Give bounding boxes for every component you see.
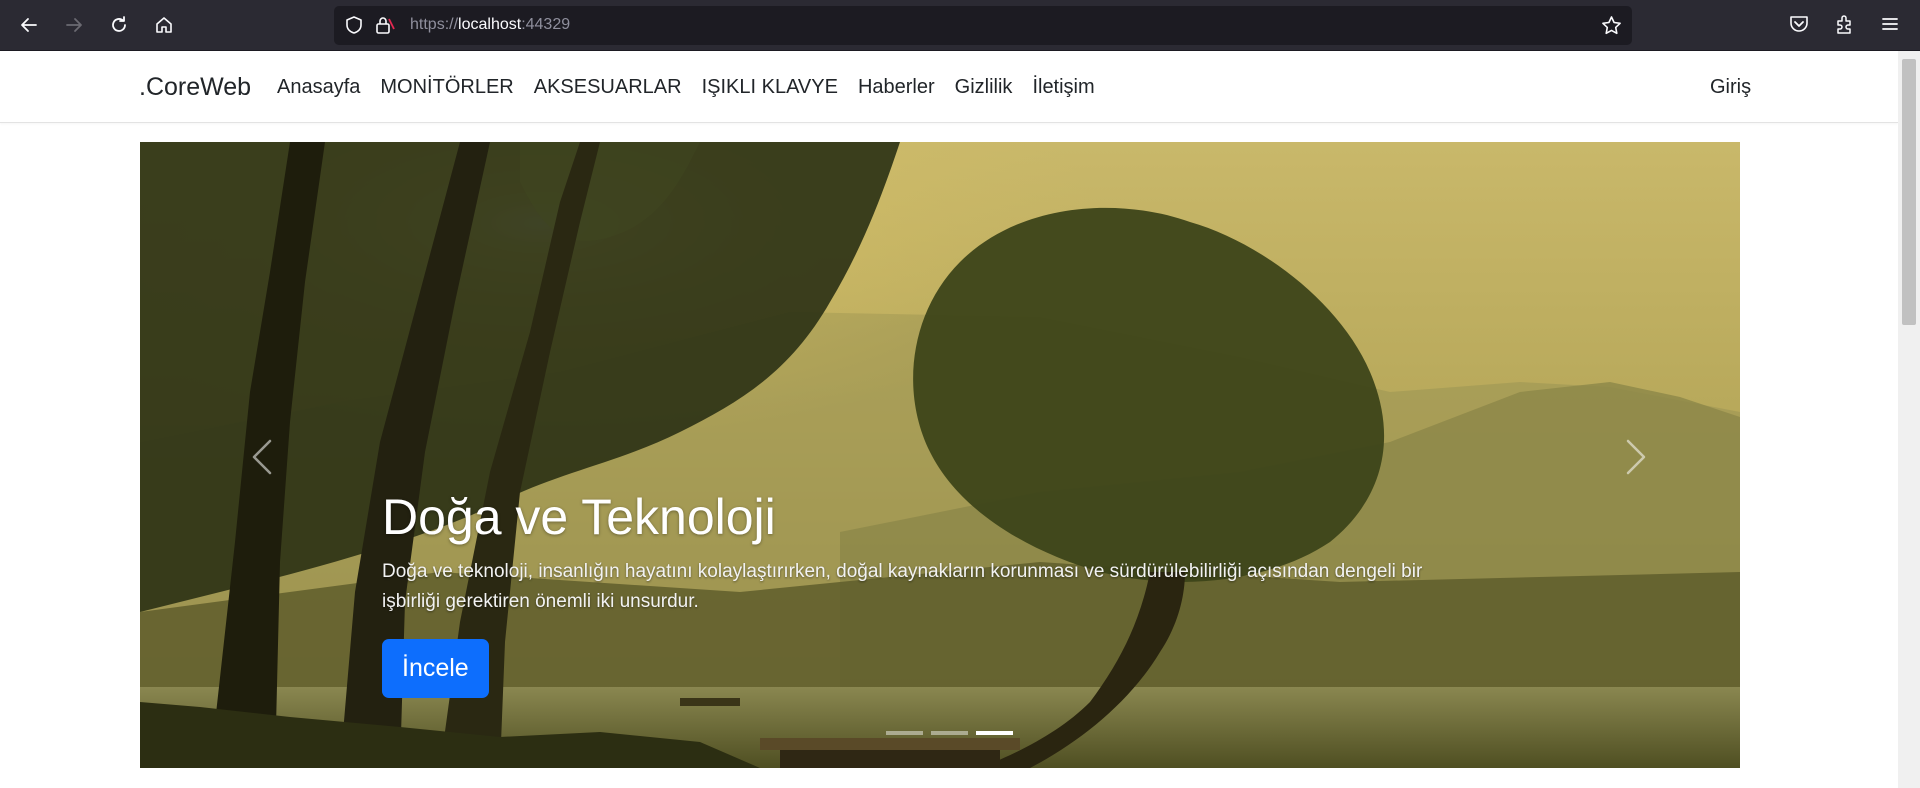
carousel-prev-button[interactable] xyxy=(240,432,284,482)
slide-image xyxy=(140,142,1740,768)
home-button[interactable] xyxy=(147,8,181,42)
nav-item-isikli-klavye[interactable]: IŞIKLI KLAVYE xyxy=(692,76,848,99)
carousel-indicators xyxy=(886,731,1013,735)
browser-toolbar: https://localhost:44329 xyxy=(0,0,1920,51)
url-port: :44329 xyxy=(521,16,571,33)
nav-item-gizlilik[interactable]: Gizlilik xyxy=(945,76,1023,99)
nav-item-iletisim[interactable]: İletişim xyxy=(1022,76,1104,99)
url-bar[interactable]: https://localhost:44329 xyxy=(334,6,1632,45)
carousel-indicator[interactable] xyxy=(931,731,968,735)
home-icon xyxy=(156,17,172,33)
nav-item-haberler[interactable]: Haberler xyxy=(848,76,945,99)
slide-caption: Doğa ve Teknoloji Doğa ve teknoloji, ins… xyxy=(382,487,1502,618)
carousel-indicator[interactable] xyxy=(886,731,923,735)
forward-button[interactable] xyxy=(57,8,91,42)
carousel-next-button[interactable] xyxy=(1614,432,1658,482)
forward-icon xyxy=(66,18,82,32)
page-scrollbar[interactable] xyxy=(1898,51,1920,788)
brand-link[interactable]: .CoreWeb xyxy=(139,73,251,102)
slide-text: Doğa ve teknoloji, insanlığın hayatını k… xyxy=(382,561,1423,613)
hero-carousel: Doğa ve Teknoloji Doğa ve teknoloji, ins… xyxy=(140,142,1740,768)
scrollbar-thumb[interactable] xyxy=(1902,59,1916,325)
nav-item-anasayfa[interactable]: Anasayfa xyxy=(277,76,370,99)
shield-icon[interactable] xyxy=(344,15,364,35)
reload-button[interactable] xyxy=(102,8,136,42)
menu-icon[interactable] xyxy=(1879,13,1901,35)
url-text[interactable]: https://localhost:44329 xyxy=(410,16,570,34)
slide-title: Doğa ve Teknoloji xyxy=(382,489,776,545)
chevron-right-icon xyxy=(1626,439,1646,475)
star-icon[interactable] xyxy=(1601,15,1622,36)
nav-item-monitorler[interactable]: MONİTÖRLER xyxy=(370,76,523,99)
nav-item-aksesuarlar[interactable]: AKSESUARLAR xyxy=(524,76,692,99)
login-link[interactable]: Giriş xyxy=(1710,76,1751,99)
extensions-icon[interactable] xyxy=(1834,13,1856,35)
main-menu: Anasayfa MONİTÖRLER AKSESUARLAR IŞIKLI K… xyxy=(277,76,1105,99)
incele-button[interactable]: İncele xyxy=(382,639,489,698)
lock-icon[interactable] xyxy=(374,15,396,35)
site-navbar: .CoreWeb Anasayfa MONİTÖRLER AKSESUARLAR… xyxy=(0,51,1898,123)
carousel-indicator-active[interactable] xyxy=(976,731,1013,735)
url-scheme: https:// xyxy=(410,16,459,33)
chevron-left-icon xyxy=(252,439,272,475)
url-host: localhost xyxy=(458,16,522,33)
pocket-icon[interactable] xyxy=(1788,13,1810,35)
back-button[interactable] xyxy=(12,8,46,42)
back-icon xyxy=(21,18,37,32)
reload-icon xyxy=(112,16,126,32)
